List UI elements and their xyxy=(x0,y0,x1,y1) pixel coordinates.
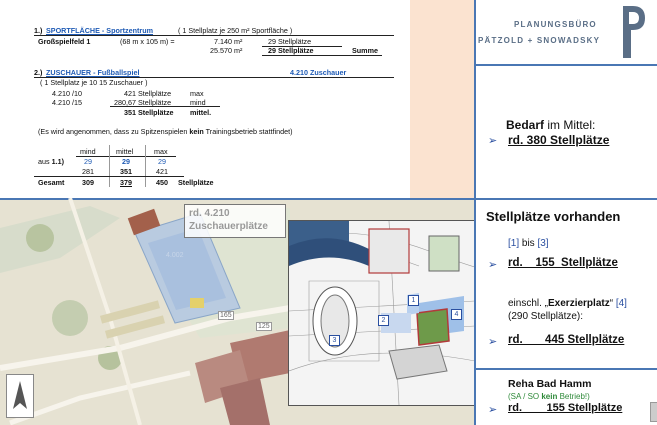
section2-note: ( 1 Stellplatz je 10 15 Zuschauer ) xyxy=(40,78,148,87)
col-divider xyxy=(109,145,110,187)
spectators-label-count: rd. 4.210 xyxy=(189,208,230,219)
divider xyxy=(34,35,394,36)
cell: 281 xyxy=(82,167,94,176)
reha-heading: Reha Bad Hamm xyxy=(508,378,592,390)
row-grossspielfeld-dims: (68 m x 105 m) = xyxy=(120,37,175,46)
col-max: max xyxy=(154,147,168,156)
section2-title: ZUSCHAUER - Fußballspiel xyxy=(46,68,140,77)
logo-line-2: PÄTZOLD + SNOWADSKY xyxy=(478,36,601,45)
row-total-result: 29 Stellplätze xyxy=(268,46,314,55)
marker-4[interactable]: 4 xyxy=(451,309,462,320)
row-total-area: 25.570 m² xyxy=(210,46,243,55)
scrollbar[interactable] xyxy=(650,402,657,422)
z1-tag: max xyxy=(190,89,204,98)
cell: 29 xyxy=(158,157,166,166)
z3-result: 351 Stellplätze xyxy=(124,108,174,117)
highlight-column xyxy=(410,0,474,198)
cell: 379 xyxy=(120,178,132,187)
row-total-sum-label: Summe xyxy=(352,46,378,55)
exerzierplatz-note: (290 Stellplätze): xyxy=(508,311,584,322)
marker-1[interactable]: 1 xyxy=(408,295,419,306)
section2-spectators: 4.210 Zuschauer xyxy=(290,68,347,77)
row-grossspielfeld-label: Großspielfeld 1 xyxy=(38,37,91,46)
section2-number: 2.) xyxy=(34,68,43,77)
road-number-125: 125 xyxy=(256,322,272,331)
z3-tag: mittel. xyxy=(190,108,212,117)
row-gesamt-label: Gesamt xyxy=(38,178,65,187)
vorhanden-value-2: rd. 445 Stellplätze xyxy=(508,334,625,346)
cell-unit: Stellplätze xyxy=(178,178,214,187)
field-number: 4.002 xyxy=(166,252,184,259)
assumption-note: (Es wird angenommen, dass zu Spitzenspie… xyxy=(38,127,293,136)
divider xyxy=(110,106,220,107)
divider xyxy=(474,198,657,200)
cell: 29 xyxy=(122,157,130,166)
cell: 29 xyxy=(84,157,92,166)
arrow-icon: ➢ xyxy=(488,259,498,271)
bedarf-value: rd. 380 Stellplätze xyxy=(508,133,610,147)
site-plan-inset[interactable]: 1 2 3 4 xyxy=(288,220,476,406)
exerzierplatz-line: einschl. „Exerzierplatz“ [4] xyxy=(508,298,627,309)
divider xyxy=(474,368,657,370)
z1-result: 421 Stellplätze xyxy=(124,89,172,98)
parking-calculation-table: 1.) SPORTFLÄCHE - Sportzentrum ( 1 Stell… xyxy=(0,0,474,198)
marker-3[interactable]: 3 xyxy=(329,335,340,346)
cell: 421 xyxy=(156,167,168,176)
divider xyxy=(34,176,184,177)
arrow-icon: ➢ xyxy=(488,404,498,416)
company-logo-icon xyxy=(623,6,645,58)
row-aus-label: aus 1.1) xyxy=(38,157,64,166)
section1-note: ( 1 Stellplatz je 250 m² Sportfläche ) xyxy=(178,26,293,35)
z1-formula: 4.210 /10 xyxy=(52,89,82,98)
col-mittel: mittel xyxy=(116,147,134,156)
spectators-label-box: rd. 4.210 Zuschauerplätze xyxy=(184,204,286,238)
north-arrow-button[interactable] xyxy=(6,374,34,418)
col-divider xyxy=(145,145,146,187)
arrow-icon: ➢ xyxy=(488,336,498,348)
north-arrow-icon xyxy=(13,381,27,409)
road-number-165: 165 xyxy=(218,311,234,320)
reha-note: (SA / SO kein Betrieb!) xyxy=(508,392,590,401)
cell: 309 xyxy=(82,178,94,187)
divider xyxy=(474,64,657,66)
logo-line-1: PLANUNGSBÜRO xyxy=(514,20,597,29)
reha-value: rd. 155 Stellplätze xyxy=(508,402,623,414)
cell: 450 xyxy=(156,178,168,187)
z2-formula: 4.210 /15 xyxy=(52,98,82,107)
divider xyxy=(262,55,382,56)
vorhanden-heading: Stellplätze vorhanden xyxy=(486,209,621,224)
marker-2[interactable]: 2 xyxy=(378,315,389,326)
spectators-label-text: Zuschauerplätze xyxy=(189,221,268,232)
bedarf-heading: Bedarf im Mittel: xyxy=(506,118,596,132)
summary-panel: PLANUNGSBÜRO PÄTZOLD + SNOWADSKY Bedarf … xyxy=(474,0,657,425)
row-grossspielfeld-area: 7.140 m² xyxy=(214,37,243,46)
section1-number: 1.) xyxy=(34,26,43,35)
site-plan-graphic xyxy=(289,221,475,405)
arrow-icon: ➢ xyxy=(488,135,498,147)
vorhanden-value-1: rd. 155 Stellplätze xyxy=(508,257,618,269)
col-mind: mind xyxy=(80,147,96,156)
cell: 351 xyxy=(120,167,132,176)
section1-title: SPORTFLÄCHE - Sportzentrum xyxy=(46,26,154,35)
refs-range: [1] bis [3] xyxy=(508,238,549,249)
row-grossspielfeld-result: 29 Stellplätze xyxy=(268,37,312,46)
